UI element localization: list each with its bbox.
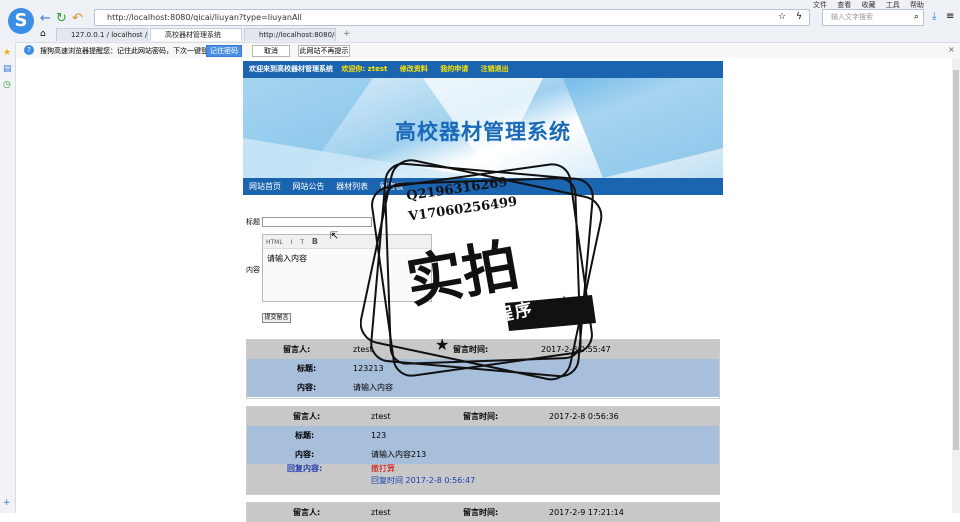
address-bar[interactable]: http://localhost:8080/qicai/liuyan?type=…	[94, 9, 810, 26]
search-input[interactable]: 输入文字搜索	[822, 9, 924, 26]
content-label: 内容:	[297, 383, 317, 392]
title-label: 标题:	[295, 431, 315, 440]
title-input[interactable]	[262, 217, 372, 227]
title-value: 123	[371, 431, 387, 440]
menu-view[interactable]: 查看	[837, 1, 851, 9]
undo-icon[interactable]: ↶	[72, 11, 83, 26]
bold-button[interactable]: B	[312, 237, 318, 246]
cancel-button[interactable]: 取消	[252, 45, 290, 57]
bolt-icon[interactable]: ϟ	[796, 12, 802, 22]
refresh-icon[interactable]: ↻	[56, 11, 67, 26]
tab-label: http://localhost:8080/c	[259, 31, 336, 39]
menu-icon[interactable]: ≡	[946, 11, 954, 22]
notice-text: 搜狗高速浏览器提醒您：记住此网站密码，下次一键登录！	[40, 47, 222, 55]
info-icon: ?	[24, 45, 34, 55]
back-icon[interactable]: ←	[40, 11, 51, 26]
nav-guestbook[interactable]: 留言板	[380, 182, 404, 191]
author-value: ztest	[371, 412, 391, 421]
home-icon[interactable]: ⌂	[40, 29, 46, 39]
watermark-wechat: V17060256499	[407, 194, 519, 225]
tab-localhost[interactable]: http://localhost:8080/c	[244, 28, 336, 41]
sidebar-add-icon[interactable]: +	[3, 498, 11, 508]
message-reply-row: 回复内容: 撤打算 回复时间 2017-2-8 0:56:47	[247, 464, 719, 494]
time-label: 留言时间:	[453, 345, 489, 354]
nav-home[interactable]: 网站首页	[249, 182, 281, 191]
html-button[interactable]: HTML	[266, 239, 283, 246]
never-remind-button[interactable]: 此网站不再提示	[298, 45, 350, 57]
favorites-star-icon[interactable]: ★	[3, 48, 11, 58]
close-icon[interactable]: ×	[948, 45, 955, 54]
author-value: ztest	[353, 345, 373, 354]
download-icon[interactable]: ⤓	[932, 11, 936, 22]
tab-active-system[interactable]: 高校器材管理系统	[150, 28, 242, 41]
message-title-row: 标题: 123	[247, 426, 719, 445]
remember-password-button[interactable]: 记住密码	[206, 45, 242, 57]
history-clock-icon[interactable]: ◷	[3, 80, 11, 90]
menu-help[interactable]: 帮助	[910, 1, 924, 9]
menu-favorites[interactable]: 收藏	[861, 1, 875, 9]
content-editor[interactable]: HTML I T B 请输入内容	[262, 234, 432, 302]
author-label: 留言人:	[283, 345, 311, 354]
tab-label: 高校器材管理系统	[165, 31, 221, 39]
scrollbar-thumb[interactable]	[953, 70, 959, 450]
message-card: 留言人: ztest 留言时间: 2017-2-9 17:21:14	[246, 502, 720, 522]
search-placeholder: 输入文字搜索	[831, 13, 873, 21]
editor-body[interactable]: 请输入内容	[263, 249, 431, 268]
top-user-bar: 欢迎来到高校器材管理系统 欢迎你: ztest 修改资料 我的申请 注销退出	[243, 61, 723, 78]
url-text: http://localhost:8080/qicai/liuyan?type=…	[107, 13, 302, 22]
mouse-cursor-icon: ⇱	[330, 231, 339, 242]
new-tab-icon[interactable]: +	[343, 29, 351, 39]
edit-profile-link[interactable]: 修改资料	[400, 65, 428, 73]
search-icon[interactable]: ⌕	[914, 12, 919, 22]
title-value: 123213	[353, 364, 384, 373]
submit-message-button[interactable]: 提交留言	[262, 313, 291, 323]
main-nav: 网站首页 网站公告 器材列表 留言板	[243, 178, 723, 195]
reader-icon[interactable]: ▤	[3, 64, 12, 74]
message-title-row: 标题: 123213	[247, 359, 719, 378]
message-header-row: 留言人: ztest 留言时间: 2017-2-8 0:56:36	[247, 407, 719, 426]
my-apply-link[interactable]: 我的申请	[440, 65, 468, 73]
message-header-row: 留言人: ztest 留言时间: 2017-2-8 0:55:47	[247, 340, 719, 359]
welcome-user-text: 欢迎你: ztest	[341, 65, 388, 73]
reply-label: 回复内容:	[287, 464, 323, 473]
message-card: 留言人: ztest 留言时间: 2017-2-8 0:56:36 标题: 12…	[246, 406, 720, 495]
star-icon[interactable]: ☆	[778, 12, 786, 22]
content-value: 请输入内容	[353, 383, 393, 392]
time-value: 2017-2-8 0:55:47	[541, 345, 611, 354]
menu-file[interactable]: 文件	[813, 1, 827, 9]
nav-equipment[interactable]: 器材列表	[336, 182, 368, 191]
tab-label: 127.0.0.1 / localhost /	[71, 31, 148, 39]
browser-logo-icon: S	[8, 8, 34, 34]
message-content-row: 内容: 请输入内容	[247, 378, 719, 397]
menu-tools[interactable]: 工具	[886, 1, 900, 9]
tab-phpmyadmin[interactable]: 127.0.0.1 / localhost /	[56, 28, 148, 41]
time-label: 留言时间:	[463, 412, 499, 421]
title-label: 标题	[246, 218, 260, 226]
italic-button[interactable]: I	[291, 239, 293, 246]
time-value: 2017-2-8 0:56:36	[549, 412, 619, 421]
site-banner: 高校器材管理系统	[243, 78, 723, 178]
password-notice-bar: ? 搜狗高速浏览器提醒您：记住此网站密码，下次一键登录！ 记住密码 取消 此网站…	[16, 42, 960, 58]
message-card: 留言人: ztest 留言时间: 2017-2-8 0:55:47 标题: 12…	[246, 339, 720, 399]
watermark-sub-text: 全微程序	[457, 299, 536, 335]
editor-toolbar: HTML I T B	[263, 235, 431, 249]
nav-notice[interactable]: 网站公告	[293, 182, 325, 191]
banner-title: 高校器材管理系统	[395, 120, 571, 144]
author-label: 留言人:	[293, 412, 321, 421]
title-label: 标题:	[297, 364, 317, 373]
logout-link[interactable]: 注销退出	[481, 65, 509, 73]
font-button[interactable]: T	[300, 239, 304, 246]
welcome-site-text: 欢迎来到高校器材管理系统	[249, 65, 333, 73]
content-label: 内容	[246, 266, 260, 274]
watermark-star-right-icon: ★	[557, 292, 571, 311]
browser-sidebar: ★ ▤ ◷ +	[0, 42, 16, 513]
reply-time: 回复时间 2017-2-8 0:56:47	[371, 476, 476, 485]
